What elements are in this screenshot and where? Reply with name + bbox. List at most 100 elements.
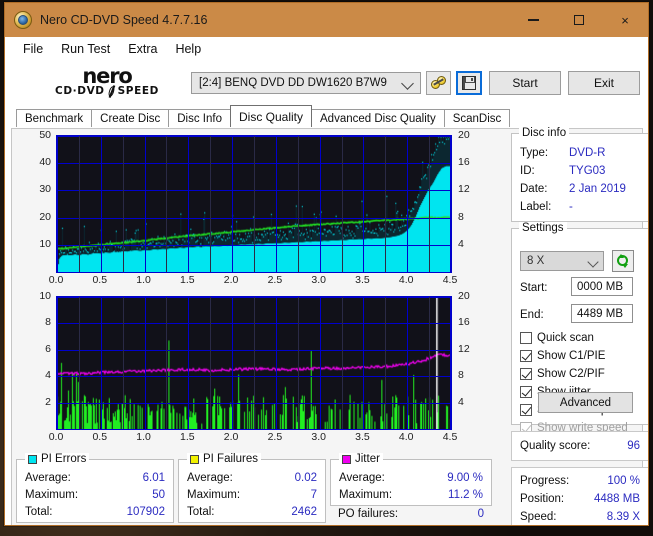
x-tick-label: 4.0	[399, 431, 414, 443]
stat-value: 6.01	[143, 472, 165, 484]
disc-date-label: Date:	[520, 183, 548, 195]
checkbox-icon	[520, 350, 532, 362]
application-window: Nero CD-DVD Speed 4.7.7.16 × File Run Te…	[4, 2, 649, 526]
minimize-icon	[528, 19, 539, 21]
y-tick-label: 40	[39, 156, 51, 168]
tab-advanced-disc-quality[interactable]: Advanced Disc Quality	[311, 109, 445, 127]
checkbox-icon	[520, 332, 532, 344]
pi-failures-chart: 246810 48121620 0.00.51.01.52.02.53.03.5…	[16, 294, 492, 446]
pi-errors-stats-label: PI Errors	[41, 453, 86, 465]
desktop-background: Nero CD-DVD Speed 4.7.7.16 × File Run Te…	[0, 0, 653, 536]
checkbox-label: Quick scan	[537, 332, 594, 344]
x-tick-label: 0.5	[92, 431, 107, 443]
tab-scandisc[interactable]: ScanDisc	[444, 109, 511, 127]
start-button[interactable]: Start	[489, 71, 561, 95]
close-button[interactable]: ×	[602, 3, 648, 37]
y-tick-label: 6	[45, 343, 51, 355]
nero-logo-tagline-left: CD·DVD	[55, 85, 105, 97]
maximize-button[interactable]	[556, 3, 602, 37]
x-tick-label: 1.5	[180, 274, 195, 286]
x-tick-label: 4.5	[443, 431, 458, 443]
checkbox-show-c2-pif[interactable]: Show C2/PIF	[520, 365, 605, 382]
window-title: Nero CD-DVD Speed 4.7.7.16	[40, 13, 207, 27]
menu-item-help[interactable]: Help	[166, 40, 210, 58]
pi-failures-x-axis: 0.00.51.01.52.02.53.03.54.04.5	[56, 431, 452, 446]
stat-value: 9.00 %	[447, 472, 483, 484]
y2-tick-label: 8	[458, 369, 464, 381]
stat-value: 2462	[291, 506, 317, 518]
quality-score-label: Quality score:	[520, 440, 590, 452]
exit-button[interactable]: Exit	[568, 71, 640, 95]
stat-label: Total:	[25, 506, 53, 518]
advanced-button[interactable]: Advanced	[538, 392, 633, 413]
pi-failures-stats-title: PI Failures	[187, 453, 261, 465]
disc-label-label: Label:	[520, 201, 551, 213]
menu-item-run-test[interactable]: Run Test	[52, 40, 119, 58]
nero-logo-tagline-right: SPEED	[118, 85, 159, 97]
tab-disc-quality[interactable]: Disc Quality	[230, 105, 312, 127]
speed-value: 8.39 X	[607, 511, 640, 523]
jitter-stats-title: Jitter	[339, 453, 383, 465]
x-tick-label: 3.5	[355, 274, 370, 286]
y-tick-label: 50	[39, 129, 51, 141]
x-tick-label: 0.0	[49, 274, 64, 286]
pi-errors-plot-area	[56, 135, 452, 273]
x-tick-label: 2.0	[224, 431, 239, 443]
settings-title: Settings	[519, 222, 567, 234]
quality-score-value: 96	[627, 440, 640, 452]
quality-score-panel: Quality score: 96	[511, 431, 649, 461]
position-value: 4488 MB	[594, 493, 640, 505]
nero-logo-wordmark: nero	[37, 68, 177, 85]
disc-info-title: Disc info	[519, 127, 569, 139]
checkbox-label: Show C2/PIF	[537, 368, 605, 380]
drive-select[interactable]: [2:4] BENQ DVD DD DW1620 B7W9	[191, 72, 421, 94]
pi-errors-color-swatch	[28, 455, 37, 464]
x-tick-label: 3.0	[311, 274, 326, 286]
drive-select-value: [2:4] BENQ DVD DD DW1620 B7W9	[199, 77, 387, 89]
disc-tool-button[interactable]	[426, 71, 451, 95]
tab-create-disc[interactable]: Create Disc	[91, 109, 169, 127]
save-button[interactable]	[456, 71, 482, 95]
stat-label: Maximum:	[25, 489, 78, 501]
checkbox-icon	[520, 404, 532, 416]
start-input[interactable]: 0000 MB	[571, 277, 633, 296]
speed-select-value: 8 X	[527, 255, 544, 267]
stat-label: Average:	[25, 472, 71, 484]
y2-tick-label: 4	[458, 396, 464, 408]
settings-panel: Settings 8 X Start: 0000 MB End: 4489 MB	[511, 228, 649, 425]
y-tick-label: 30	[39, 183, 51, 195]
pi-errors-stats: PI Errors Average: 6.01 Maximum: 50 Tota…	[16, 459, 174, 523]
y-tick-label: 8	[45, 316, 51, 328]
po-failures-value: 0	[478, 508, 484, 520]
stat-label: Average:	[339, 472, 385, 484]
progress-label: Progress:	[520, 475, 569, 487]
x-tick-label: 2.5	[268, 274, 283, 286]
refresh-button[interactable]	[612, 250, 634, 272]
y2-tick-label: 20	[458, 290, 470, 302]
menu-item-extra[interactable]: Extra	[119, 40, 166, 58]
stat-label: Total:	[187, 506, 215, 518]
menu-item-file[interactable]: File	[14, 40, 52, 58]
minimize-button[interactable]	[510, 3, 556, 37]
pi-failures-stats-label: PI Failures	[203, 453, 258, 465]
tab-benchmark[interactable]: Benchmark	[16, 109, 92, 127]
speed-select[interactable]: 8 X	[520, 251, 604, 271]
nero-slash-icon	[107, 86, 116, 97]
checkbox-icon	[520, 386, 532, 398]
y2-tick-label: 16	[458, 156, 470, 168]
checkbox-show-c1-pie[interactable]: Show C1/PIE	[520, 347, 605, 364]
stat-label: Average:	[187, 472, 233, 484]
x-tick-label: 4.0	[399, 274, 414, 286]
tab-disc-info[interactable]: Disc Info	[168, 109, 231, 127]
pi-failures-y-axis: 246810	[16, 294, 54, 430]
y-tick-label: 20	[39, 211, 51, 223]
maximize-icon	[574, 15, 584, 25]
checkbox-quick-scan[interactable]: Quick scan	[520, 329, 594, 346]
x-tick-label: 4.5	[443, 274, 458, 286]
y-tick-label: 2	[45, 396, 51, 408]
stat-label: Maximum:	[187, 489, 240, 501]
floppy-save-icon	[462, 76, 476, 90]
stat-value: 0.02	[295, 472, 317, 484]
speed-label: Speed:	[520, 511, 556, 523]
end-input[interactable]: 4489 MB	[571, 304, 633, 323]
